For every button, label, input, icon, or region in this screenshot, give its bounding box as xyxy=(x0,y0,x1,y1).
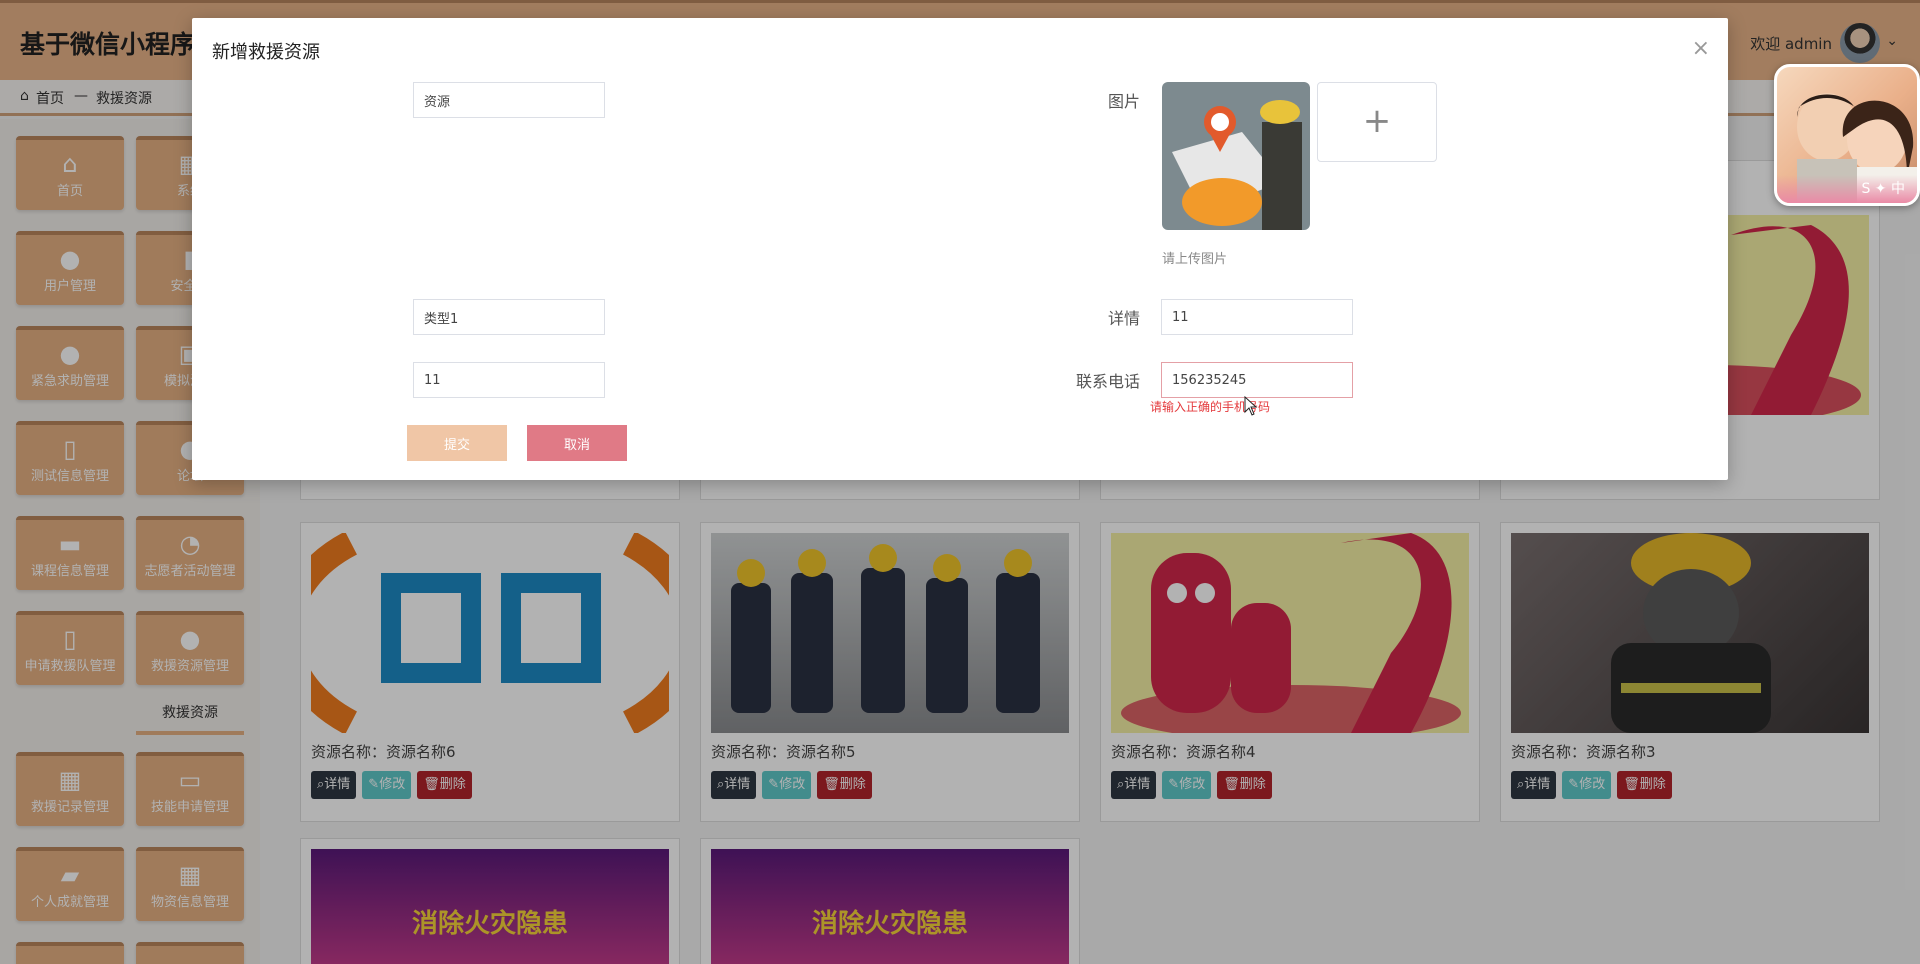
image-label: 图片 xyxy=(1107,92,1140,111)
resource-type-input[interactable] xyxy=(413,299,605,335)
location-input[interactable] xyxy=(413,362,605,398)
detail-label: 详情 xyxy=(1107,309,1140,328)
upload-add-button[interactable]: + xyxy=(1317,82,1437,162)
cancel-button[interactable]: 取消 xyxy=(527,425,627,461)
plus-icon: + xyxy=(1362,101,1392,141)
floating-avatar-widget[interactable]: S ✦ 中 xyxy=(1774,64,1920,206)
phone-label: 联系电话 xyxy=(1075,372,1140,391)
mouse-cursor-icon xyxy=(1244,396,1258,416)
uploaded-image-thumbnail[interactable] xyxy=(1162,82,1310,230)
upload-tip: 请上传图片 xyxy=(1162,252,1228,267)
dialog-title: 新增救援资源 xyxy=(212,42,320,63)
detail-input[interactable] xyxy=(1161,299,1353,335)
resource-name-input[interactable] xyxy=(413,82,605,118)
avatar-toolbar[interactable]: S ✦ 中 xyxy=(1777,175,1917,203)
phone-input[interactable] xyxy=(1161,362,1353,398)
add-rescue-resource-dialog: 新增救援资源 × 资源名称 图片 + 请上传图片 资源类型 详情 位置 联系电话… xyxy=(192,18,1728,480)
close-icon[interactable]: × xyxy=(1692,36,1710,61)
submit-button[interactable]: 提交 xyxy=(407,425,507,461)
